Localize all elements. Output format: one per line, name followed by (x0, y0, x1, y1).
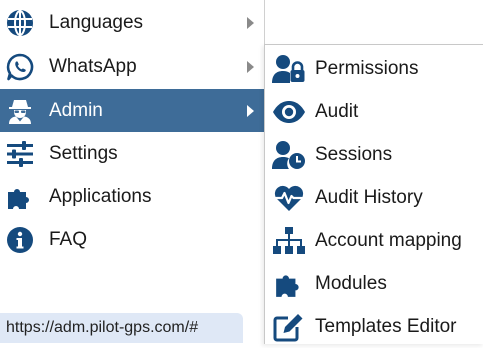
main-menu: Languages WhatsApp Admin Settings Applic… (0, 0, 265, 343)
submenu-item-label: Templates Editor (315, 315, 457, 337)
eye-icon (271, 96, 307, 128)
edit-icon (271, 311, 307, 343)
chevron-right-icon (247, 16, 254, 29)
heartbeat-icon (271, 182, 307, 214)
submenu-item-audit[interactable]: Audit (265, 90, 483, 133)
submenu-item-audit-history[interactable]: Audit History (265, 176, 483, 219)
user-secret-icon (5, 96, 35, 126)
menu-item-label: Languages (49, 11, 144, 33)
info-circle-icon (5, 225, 35, 255)
menu-item-admin[interactable]: Admin (0, 89, 264, 132)
chevron-right-icon (247, 60, 254, 73)
submenu-item-modules[interactable]: Modules (265, 262, 483, 305)
menu-item-label: FAQ (49, 228, 88, 250)
puzzle-icon (5, 182, 35, 212)
menu-item-settings[interactable]: Settings (0, 132, 264, 175)
status-bar-url: https://adm.pilot-gps.com/# (0, 313, 243, 343)
menu-item-label: WhatsApp (49, 55, 137, 77)
submenu-item-label: Audit History (315, 186, 423, 208)
user-clock-icon (271, 139, 307, 171)
chevron-right-icon (247, 104, 254, 117)
submenu-item-label: Permissions (315, 57, 419, 79)
menu-item-label: Settings (49, 142, 118, 164)
sitemap-icon (271, 225, 307, 257)
admin-submenu: Permissions Audit Sessions Audit History… (264, 44, 483, 344)
menu-item-whatsapp[interactable]: WhatsApp (0, 45, 264, 88)
menu-item-languages[interactable]: Languages (0, 1, 264, 44)
submenu-item-templates-editor[interactable]: Templates Editor (265, 305, 483, 348)
sliders-icon (5, 139, 35, 169)
puzzle-icon (271, 268, 307, 300)
menu-item-applications[interactable]: Applications (0, 175, 264, 218)
menu-item-label: Admin (49, 99, 103, 121)
submenu-item-label: Account mapping (315, 229, 462, 251)
globe-icon (5, 8, 35, 38)
submenu-item-permissions[interactable]: Permissions (265, 47, 483, 90)
submenu-item-label: Modules (315, 272, 387, 294)
submenu-item-account-mapping[interactable]: Account mapping (265, 219, 483, 262)
whatsapp-icon (5, 52, 35, 82)
user-lock-icon (271, 53, 307, 85)
submenu-item-label: Audit (315, 100, 359, 122)
menu-item-faq[interactable]: FAQ (0, 218, 264, 261)
submenu-item-label: Sessions (315, 143, 393, 165)
submenu-item-sessions[interactable]: Sessions (265, 133, 483, 176)
menu-item-label: Applications (49, 185, 152, 207)
